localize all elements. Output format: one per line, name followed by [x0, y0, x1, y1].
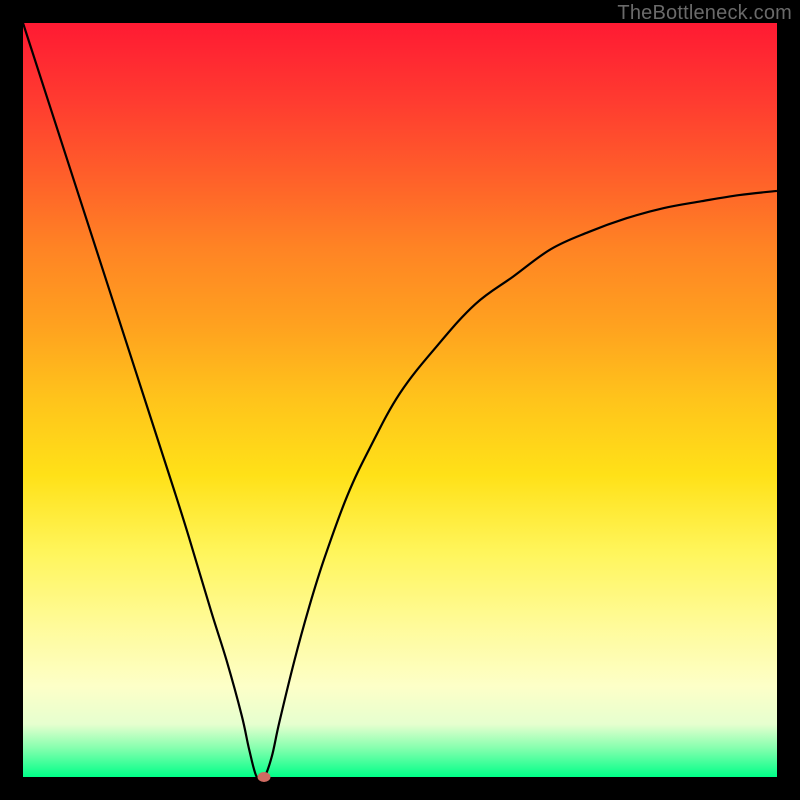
- bottleneck-curve: [23, 23, 777, 777]
- minimum-marker: [258, 772, 271, 782]
- watermark-text: TheBottleneck.com: [617, 2, 792, 25]
- curve-path: [23, 23, 777, 780]
